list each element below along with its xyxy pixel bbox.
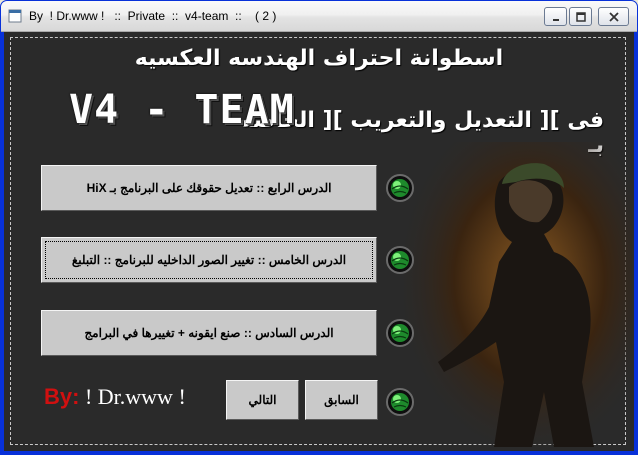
minimize-icon — [552, 18, 559, 21]
maximize-icon — [575, 11, 586, 22]
lesson-4-button[interactable]: الدرس الرابع :: تعديل حقوقك على البرنامج… — [41, 165, 377, 211]
green-globe-icon — [386, 388, 414, 416]
lesson-6-button[interactable]: الدرس السادس :: صنع ايقونه + تغييرها في … — [41, 310, 377, 356]
close-button[interactable] — [598, 7, 629, 26]
green-globe-icon — [386, 174, 414, 202]
joker-figure-illustration — [404, 142, 632, 447]
team-logo: V4 - TEAM — [69, 87, 295, 133]
maximize-button[interactable] — [569, 7, 592, 26]
author-credit: By: ! Dr.www ! — [44, 384, 186, 410]
minimize-button[interactable] — [544, 7, 567, 26]
window-title: By ! Dr.www ! :: Private :: v4-team :: (… — [29, 9, 277, 23]
previous-button[interactable]: السابق — [305, 380, 378, 420]
green-globe-icon — [386, 246, 414, 274]
app-icon — [8, 9, 22, 23]
close-icon — [608, 11, 619, 22]
main-heading: اسطوانة احتراف الهندسه العكسيه — [134, 46, 504, 71]
next-button[interactable]: التالي — [226, 380, 299, 420]
app-window: By ! Dr.www ! :: Private :: v4-team :: (… — [0, 0, 638, 455]
client-area: اسطوانة احتراف الهندسه العكسيه فى ][ الت… — [4, 32, 634, 451]
title-bar[interactable]: By ! Dr.www ! :: Private :: v4-team :: (… — [1, 1, 637, 32]
credit-by-label: By: — [44, 384, 80, 409]
green-globe-icon — [386, 319, 414, 347]
credit-author-name: ! Dr.www ! — [79, 384, 186, 409]
lesson-5-button[interactable]: الدرس الخامس :: تغيير الصور الداخليه للب… — [41, 237, 377, 283]
